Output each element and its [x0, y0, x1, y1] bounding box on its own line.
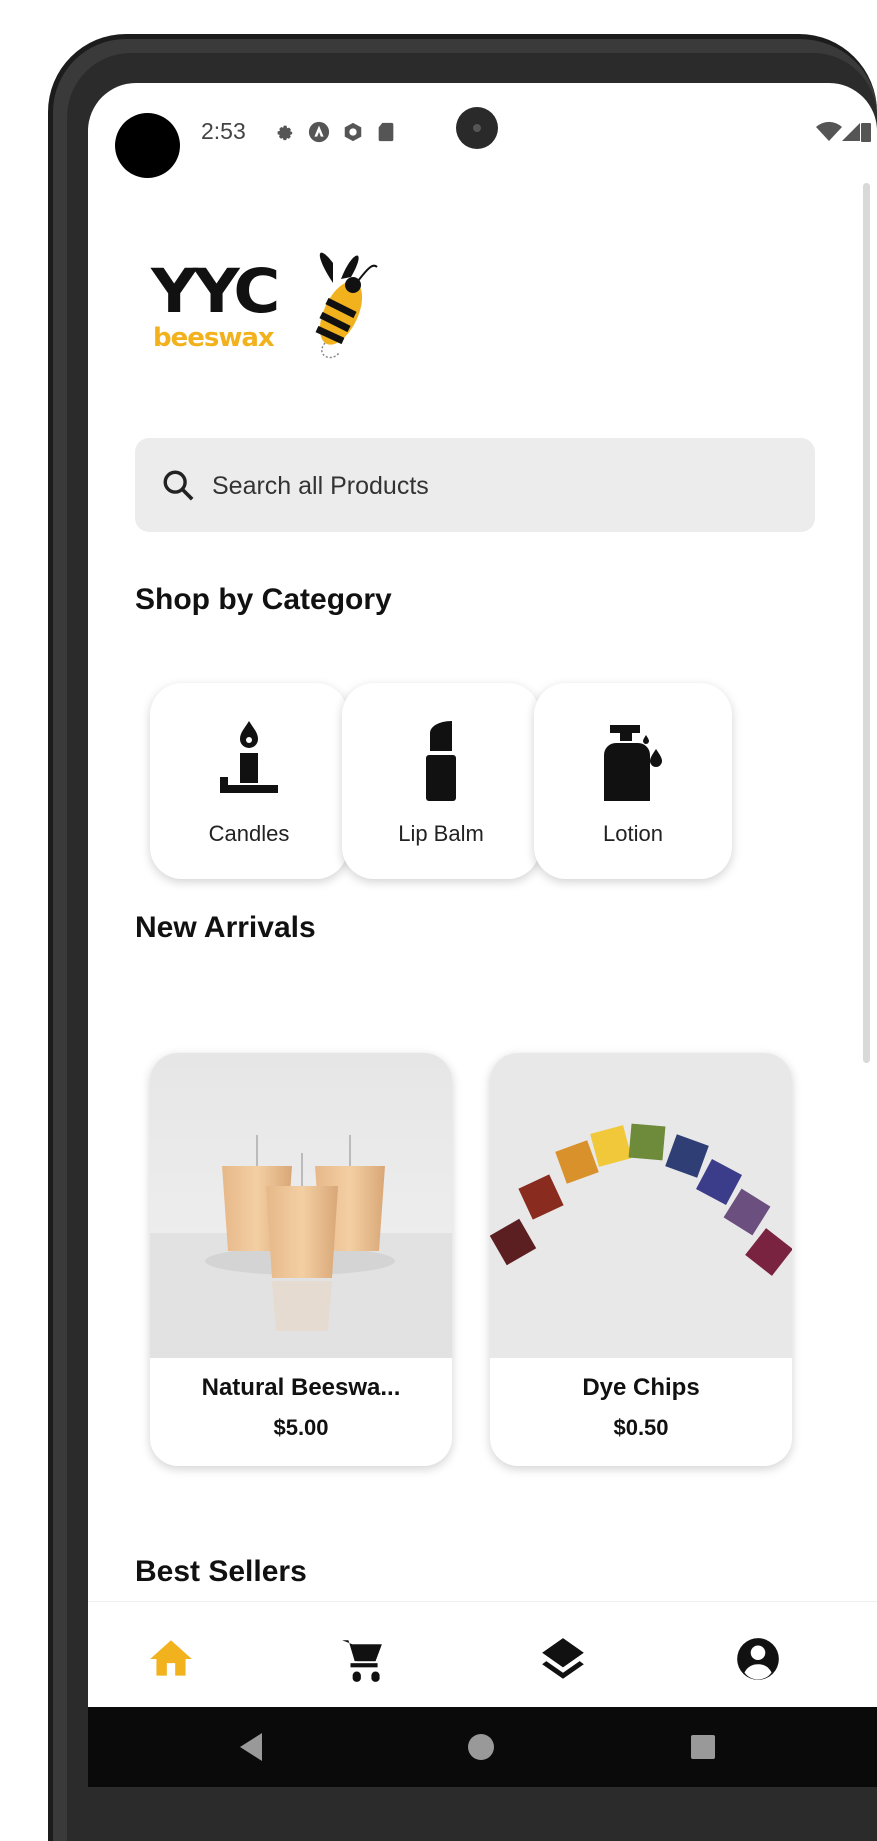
- cart-icon[interactable]: [338, 1634, 388, 1684]
- brand-logo: YYC beeswax: [143, 243, 378, 383]
- lotion-icon: [604, 725, 662, 801]
- search-input[interactable]: [210, 460, 774, 512]
- system-navigation-bar: [88, 1707, 877, 1787]
- bottom-navigation: [88, 1601, 877, 1708]
- account-icon[interactable]: [733, 1634, 783, 1684]
- category-card-candles[interactable]: Candles: [150, 683, 348, 879]
- recents-icon[interactable]: [688, 1729, 718, 1765]
- product-price: $0.50: [613, 1415, 669, 1440]
- category-label: Candles: [208, 821, 290, 846]
- product-name: Natural Beeswa...: [201, 1374, 401, 1401]
- logo-main-text: YYC: [151, 256, 280, 328]
- settings-icon: [277, 125, 293, 141]
- categories-title: Shop by Category: [135, 583, 392, 616]
- product-name: Dye Chips: [582, 1374, 700, 1401]
- new-arrivals-title: New Arrivals: [135, 911, 316, 944]
- search-bar[interactable]: [135, 438, 815, 532]
- layers-icon[interactable]: [538, 1634, 588, 1684]
- search-icon: [163, 470, 194, 501]
- shield-b-icon: [344, 122, 362, 142]
- product-image: [490, 1053, 792, 1358]
- category-label: Lip Balm: [398, 821, 484, 846]
- category-card-lip-balm[interactable]: Lip Balm: [342, 683, 540, 879]
- bee-icon: [315, 252, 378, 359]
- category-card-lotion[interactable]: Lotion: [534, 683, 732, 879]
- status-time: 2:53: [201, 118, 246, 144]
- battery-icon: [861, 123, 871, 142]
- phone-screen: 2:53 YYC beeswax Shop by Category: [88, 83, 877, 1787]
- best-sellers-title: Best Sellers: [135, 1555, 307, 1588]
- front-camera: [115, 113, 180, 178]
- product-image: [150, 1053, 452, 1358]
- back-icon[interactable]: [236, 1729, 264, 1765]
- shield-a-icon: [308, 121, 330, 143]
- candle-icon: [220, 721, 278, 793]
- signal-icon: [842, 123, 860, 141]
- home-circle-icon[interactable]: [466, 1729, 496, 1765]
- lip-balm-icon: [426, 721, 456, 801]
- product-price: $5.00: [273, 1415, 329, 1440]
- wifi-icon: [816, 121, 842, 141]
- sd-card-icon: [378, 122, 394, 142]
- category-label: Lotion: [603, 821, 663, 846]
- logo-sub-text: beeswax: [153, 323, 275, 353]
- product-card-dye-chips[interactable]: Dye Chips $0.50: [490, 1053, 792, 1466]
- product-card-beeswax-candles[interactable]: Natural Beeswa... $5.00: [150, 1053, 452, 1466]
- home-icon[interactable]: [146, 1634, 196, 1684]
- scrollbar[interactable]: [863, 183, 870, 1063]
- notch-sensor: [456, 107, 498, 149]
